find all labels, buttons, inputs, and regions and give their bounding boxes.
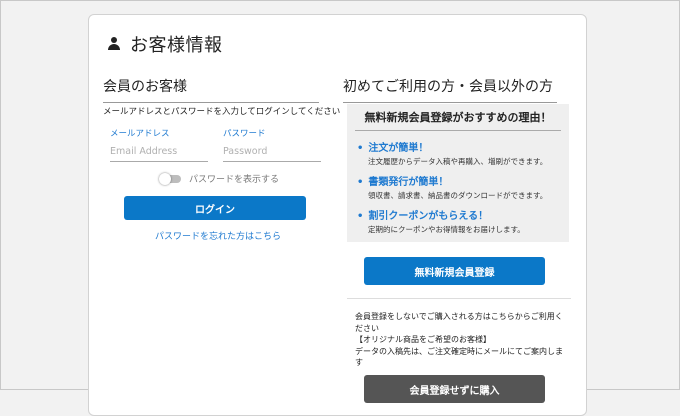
show-password-label: パスワードを表示する xyxy=(189,175,280,185)
bullet-icon: • xyxy=(357,211,364,222)
reason-item: • 割引クーポンがもらえる！ 定期的にクーポンやお得情報をお届けします。 xyxy=(357,207,525,235)
show-password-row: パスワードを表示する xyxy=(159,172,279,185)
show-password-toggle[interactable] xyxy=(159,173,181,185)
reasons-title: 無料新規会員登録がおすすめの理由！ xyxy=(355,109,561,131)
reason-title: 割引クーポンがもらえる！ xyxy=(368,211,489,222)
new-user-heading: 初めてご利用の方・会員以外の方 xyxy=(343,76,557,103)
section-divider xyxy=(347,298,571,299)
reason-description: 注文履歴からデータ入稿や再購入、増刷ができます。 xyxy=(368,157,548,166)
reason-description: 領収書、請求書、納品書のダウンロードができます。 xyxy=(368,191,548,200)
email-label: メールアドレス xyxy=(110,129,170,139)
login-instruction: メールアドレスとパスワードを入力してログインしてください xyxy=(103,107,341,117)
reason-item: • 注文が簡単！ 注文履歴からデータ入稿や再購入、増刷ができます。 xyxy=(357,139,547,167)
page-title: お客様情報 xyxy=(130,35,223,56)
email-input[interactable] xyxy=(110,141,208,162)
reason-item: • 書類発行が簡単！ 領収書、請求書、納品書のダウンロードができます。 xyxy=(357,173,547,201)
password-label: パスワード xyxy=(223,129,266,139)
guest-text-line: データの入稿先は、ご注文確定時にメールにてご案内します xyxy=(355,346,563,368)
page-title-row: お客様情報 xyxy=(107,33,223,56)
bullet-icon: • xyxy=(357,143,364,154)
guest-text-line: 会員登録をしないでご購入される方はこちらからご利用ください xyxy=(355,312,563,333)
reasons-panel: 無料新規会員登録がおすすめの理由！ • 注文が簡単！ 注文履歴からデータ入稿や再購… xyxy=(347,104,569,242)
password-input[interactable] xyxy=(223,141,321,162)
forgot-password-link[interactable]: パスワードを忘れた方はこちら xyxy=(155,229,281,242)
guest-purchase-button[interactable]: 会員登録せずに購入 xyxy=(364,375,545,403)
person-icon xyxy=(107,37,121,51)
member-heading: 会員のお客様 xyxy=(103,76,319,103)
register-button[interactable]: 無料新規会員登録 xyxy=(364,257,545,285)
login-button[interactable]: ログイン xyxy=(124,196,306,220)
reason-title: 注文が簡単！ xyxy=(368,143,429,154)
guest-text-line: 【オリジナル商品をご希望のお客様】 xyxy=(355,335,491,344)
customer-info-card: お客様情報 会員のお客様 メールアドレスとパスワードを入力してログインしてくださ… xyxy=(88,14,587,416)
reason-title: 書類発行が簡単！ xyxy=(368,177,449,188)
bullet-icon: • xyxy=(357,177,364,188)
reason-description: 定期的にクーポンやお得情報をお届けします。 xyxy=(368,225,525,234)
guest-info: 会員登録をしないでご購入される方はこちらからご利用ください 【オリジナル商品をご… xyxy=(355,311,567,369)
